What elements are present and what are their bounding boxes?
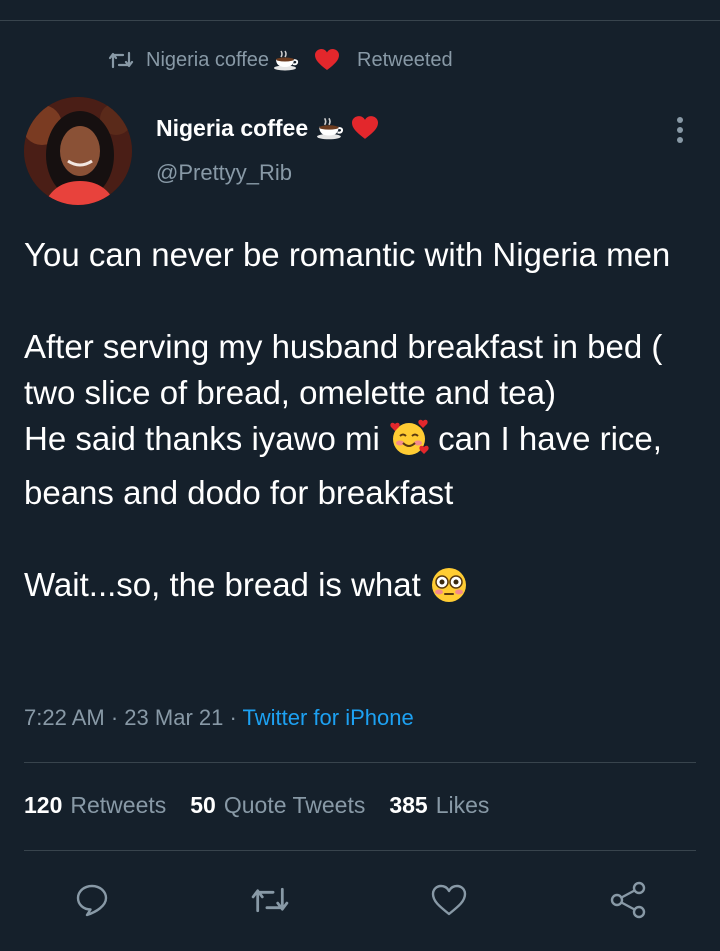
likes-label: Likes: [435, 792, 490, 818]
reply-button[interactable]: [72, 880, 112, 920]
meta-separator: ·: [229, 705, 237, 730]
retweets-count: 120: [24, 792, 63, 818]
quote-tweets-count: 50: [190, 792, 216, 818]
quote-tweets-label: Quote Tweets: [223, 792, 366, 818]
smiling-face-with-hearts-icon: [389, 418, 429, 470]
hot-beverage-icon: [316, 116, 344, 140]
red-heart-icon: [315, 49, 351, 71]
retweeted-by-bar[interactable]: Nigeria coffee Retweeted: [108, 46, 453, 74]
retweets-label: Retweets: [70, 792, 167, 818]
quote-tweets-stat[interactable]: 50 Quote Tweets: [190, 792, 365, 819]
tweet-text-fragment: Wait...so, the bread is what: [24, 566, 421, 603]
top-divider: [0, 20, 720, 21]
author-name-row[interactable]: Nigeria coffee: [156, 112, 379, 144]
retweeted-label: Retweeted: [357, 48, 453, 71]
meta-separator: ·: [110, 705, 119, 730]
like-icon: [431, 884, 467, 916]
tweet-stats: 120 Retweets 50 Quote Tweets 385 Likes: [24, 792, 513, 819]
likes-stat[interactable]: 385 Likes: [389, 792, 489, 819]
author-handle[interactable]: @Prettyy_Rib: [156, 160, 292, 186]
share-icon: [610, 881, 646, 919]
likes-count: 385: [389, 792, 428, 818]
tweet-meta: 7:22 AM · 23 Mar 21 · Twitter for iPhone: [24, 705, 414, 731]
red-heart-icon: [352, 116, 379, 140]
tweet-time: 7:22 AM: [24, 705, 105, 730]
retweet-button[interactable]: [250, 880, 290, 920]
hot-beverage-icon: [273, 49, 311, 71]
retweet-icon: [251, 887, 289, 913]
avatar[interactable]: [24, 97, 132, 205]
tweet-paragraph: Wait...so, the bread is what: [24, 562, 684, 616]
reply-icon: [76, 884, 108, 917]
retweet-icon: [108, 51, 134, 69]
tweet-paragraph: After serving my husband breakfast in be…: [24, 328, 663, 411]
tweet-source-link[interactable]: Twitter for iPhone: [243, 705, 414, 730]
more-vertical-icon: [677, 117, 683, 143]
tweet-text: You can never be romantic with Nigeria m…: [24, 232, 684, 616]
retweeter-name: Nigeria coffee: [146, 48, 270, 71]
divider: [24, 762, 696, 763]
share-button[interactable]: [608, 880, 648, 920]
tweet-paragraph: You can never be romantic with Nigeria m…: [24, 236, 671, 273]
tweet-paragraph: He said thanks iyawo mi can I have rice,…: [24, 416, 684, 516]
flushed-face-icon: [430, 566, 468, 616]
more-options-button[interactable]: [664, 112, 696, 148]
divider: [24, 850, 696, 851]
like-button[interactable]: [429, 880, 469, 920]
author-name: Nigeria coffee: [156, 114, 309, 141]
retweets-stat[interactable]: 120 Retweets: [24, 792, 166, 819]
tweet-text-fragment: He said thanks iyawo mi: [24, 420, 380, 457]
tweet-date: 23 Mar 21: [124, 705, 224, 730]
